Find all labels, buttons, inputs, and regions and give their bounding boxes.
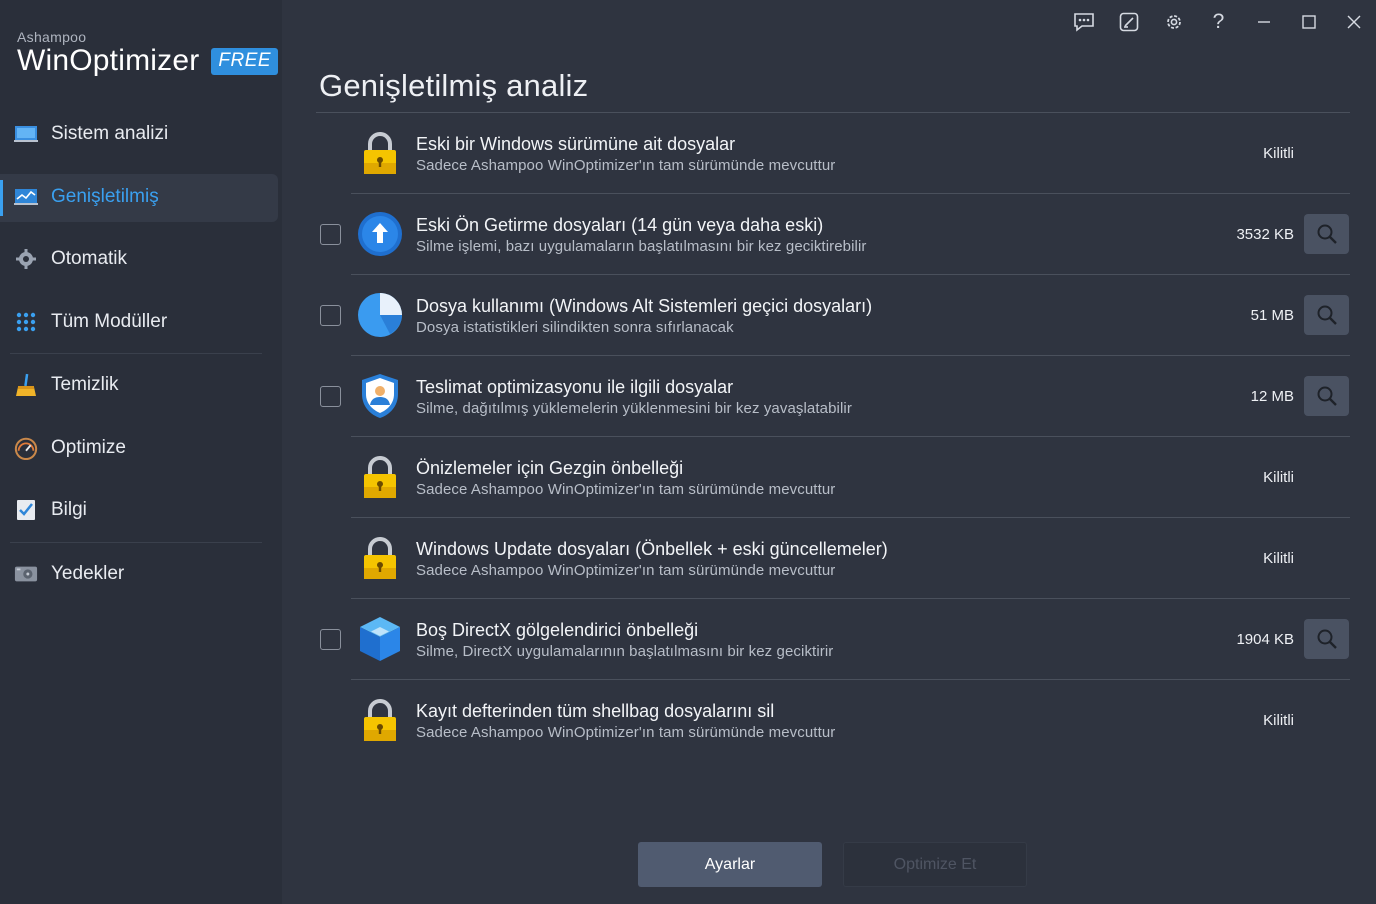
sidebar-item-label: Optimize bbox=[51, 436, 126, 458]
details-button[interactable] bbox=[1304, 376, 1349, 416]
item-subtitle: Sadece Ashampoo WinOptimizer'ın tam sürü… bbox=[416, 156, 836, 174]
item-checkbox[interactable] bbox=[320, 385, 341, 407]
help-icon[interactable]: ? bbox=[1196, 0, 1241, 44]
item-title: Önizlemeler için Gezgin önbelleği bbox=[416, 457, 684, 478]
brand-vendor: Ashampoo bbox=[17, 29, 87, 45]
cube-icon bbox=[356, 615, 404, 663]
sidebar-item-otomatik[interactable]: Otomatik bbox=[0, 228, 282, 291]
arrow-up-circle-icon bbox=[356, 210, 404, 258]
list-item: Önizlemeler için Gezgin önbelleği Sadece… bbox=[316, 437, 1350, 517]
search-icon bbox=[1317, 386, 1337, 406]
sidebar-nav: Sistem analizi Genişletilmiş Otomatik Tü… bbox=[0, 103, 282, 605]
brand-name: WinOptimizer bbox=[17, 44, 200, 77]
item-status: Kilitli bbox=[1263, 711, 1294, 729]
lock-icon bbox=[356, 453, 404, 501]
broom-icon bbox=[14, 373, 38, 397]
gear-puzzle-icon bbox=[14, 247, 38, 271]
list-item: Eski bir Windows sürümüne ait dosyalar S… bbox=[316, 113, 1350, 193]
item-title: Dosya kullanımı (Windows Alt Sistemleri … bbox=[416, 295, 873, 316]
item-subtitle: Sadece Ashampoo WinOptimizer'ın tam sürü… bbox=[416, 561, 836, 579]
item-title: Boş DirectX gölgelendirici önbelleği bbox=[416, 619, 699, 640]
sidebar-item-genisletilmis[interactable]: Genişletilmiş bbox=[0, 166, 282, 229]
sidebar-item-label: Yedekler bbox=[51, 562, 125, 584]
details-button[interactable] bbox=[1304, 295, 1349, 335]
item-status: Kilitli bbox=[1263, 144, 1294, 162]
settings-button[interactable]: Ayarlar bbox=[638, 842, 822, 887]
minimize-icon[interactable] bbox=[1241, 0, 1286, 44]
sidebar-item-sistem-analizi[interactable]: Sistem analizi bbox=[0, 103, 282, 166]
list-item: Eski Ön Getirme dosyaları (14 gün veya d… bbox=[316, 194, 1350, 274]
pie-chart-icon bbox=[356, 291, 404, 339]
item-title: Teslimat optimizasyonu ile ilgili dosyal… bbox=[416, 376, 734, 397]
main-content: Genişletilmiş analiz Eski bir Windows sü… bbox=[316, 60, 1350, 760]
sidebar-item-temizlik[interactable]: Temizlik bbox=[0, 354, 282, 417]
item-subtitle: Silme işlemi, bazı uygulamaların başlatı… bbox=[416, 237, 867, 255]
drive-icon bbox=[14, 562, 38, 586]
list-item: Kayıt defterinden tüm shellbag dosyaları… bbox=[316, 680, 1350, 760]
checklist-icon bbox=[14, 498, 38, 522]
lock-icon bbox=[356, 696, 404, 744]
sidebar-item-yedekler[interactable]: Yedekler bbox=[0, 543, 282, 606]
item-status: Kilitli bbox=[1263, 549, 1294, 567]
monitor-icon bbox=[14, 122, 38, 146]
lock-icon bbox=[356, 129, 404, 177]
item-checkbox[interactable] bbox=[320, 304, 341, 326]
sidebar-item-label: Temizlik bbox=[51, 374, 119, 396]
gauge-icon bbox=[14, 436, 38, 460]
item-size: 51 MB bbox=[1250, 306, 1294, 324]
item-subtitle: Silme, DirectX uygulamalarının başlatılm… bbox=[416, 642, 834, 660]
sidebar-item-label: Bilgi bbox=[51, 499, 87, 521]
sidebar-item-label: Sistem analizi bbox=[51, 123, 169, 145]
list-item: Boş DirectX gölgelendirici önbelleği Sil… bbox=[316, 599, 1350, 679]
free-badge: FREE bbox=[211, 47, 279, 75]
window-controls: ? bbox=[1061, 0, 1376, 44]
close-icon[interactable] bbox=[1331, 0, 1376, 44]
details-button[interactable] bbox=[1304, 214, 1349, 254]
item-checkbox[interactable] bbox=[320, 223, 341, 245]
sidebar-item-tum-moduller[interactable]: Tüm Modüller bbox=[0, 291, 282, 354]
sidebar-item-label: Otomatik bbox=[51, 248, 128, 270]
search-icon bbox=[1317, 305, 1337, 325]
item-size: 1904 KB bbox=[1236, 630, 1294, 648]
grid-icon bbox=[14, 310, 38, 334]
item-title: Eski Ön Getirme dosyaları (14 gün veya d… bbox=[416, 214, 824, 235]
optimize-button[interactable]: Optimize Et bbox=[843, 842, 1027, 887]
item-subtitle: Dosya istatistikleri silindikten sonra s… bbox=[416, 318, 734, 336]
edit-icon[interactable] bbox=[1106, 0, 1151, 44]
search-icon bbox=[1317, 629, 1337, 649]
item-status: Kilitli bbox=[1263, 468, 1294, 486]
item-size: 3532 KB bbox=[1236, 225, 1294, 243]
item-title: Windows Update dosyaları (Önbellek + esk… bbox=[416, 538, 888, 559]
gear-icon[interactable] bbox=[1151, 0, 1196, 44]
item-title: Kayıt defterinden tüm shellbag dosyaları… bbox=[416, 700, 775, 721]
sidebar-item-label: Tüm Modüller bbox=[51, 310, 168, 332]
item-title: Eski bir Windows sürümüne ait dosyalar bbox=[416, 133, 736, 154]
list-item: Teslimat optimizasyonu ile ilgili dosyal… bbox=[316, 356, 1350, 436]
item-subtitle: Silme, dağıtılmış yüklemelerin yüklenmes… bbox=[416, 399, 852, 417]
item-subtitle: Sadece Ashampoo WinOptimizer'ın tam sürü… bbox=[416, 480, 836, 498]
shield-user-icon bbox=[356, 372, 404, 420]
item-checkbox[interactable] bbox=[320, 628, 341, 650]
search-icon bbox=[1317, 224, 1337, 244]
maximize-icon[interactable] bbox=[1286, 0, 1331, 44]
app-logo: Ashampoo WinOptimizer FREE bbox=[17, 29, 279, 78]
sidebar: Ashampoo WinOptimizer FREE Sistem analiz… bbox=[0, 0, 282, 904]
list-item: Dosya kullanımı (Windows Alt Sistemleri … bbox=[316, 275, 1350, 355]
item-size: 12 MB bbox=[1250, 387, 1294, 405]
details-button[interactable] bbox=[1304, 619, 1349, 659]
chart-monitor-icon bbox=[14, 185, 38, 209]
list-item: Windows Update dosyaları (Önbellek + esk… bbox=[316, 518, 1350, 598]
sidebar-item-label: Genişletilmiş bbox=[51, 185, 159, 207]
sidebar-item-bilgi[interactable]: Bilgi bbox=[0, 479, 282, 542]
page-title: Genişletilmiş analiz bbox=[319, 68, 589, 103]
lock-icon bbox=[356, 534, 404, 582]
analysis-list: Eski bir Windows sürümüne ait dosyalar S… bbox=[316, 113, 1350, 760]
sidebar-item-optimize[interactable]: Optimize bbox=[0, 417, 282, 480]
feedback-icon[interactable] bbox=[1061, 0, 1106, 44]
item-subtitle: Sadece Ashampoo WinOptimizer'ın tam sürü… bbox=[416, 723, 836, 741]
